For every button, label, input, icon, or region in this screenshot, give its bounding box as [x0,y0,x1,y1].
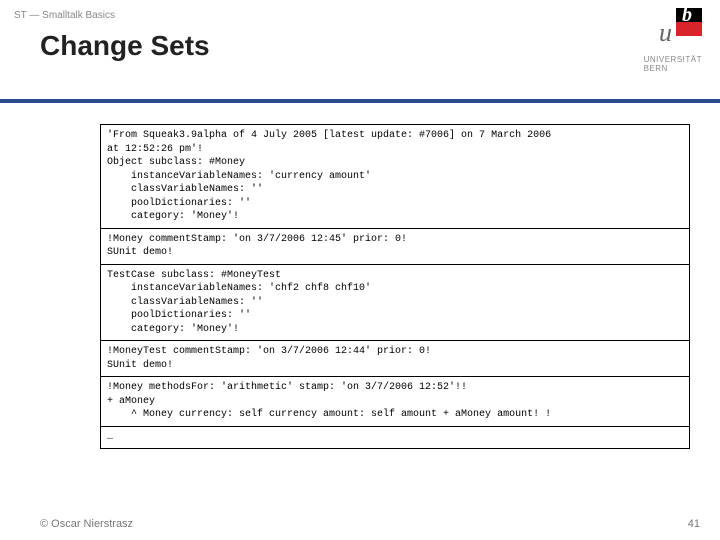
code-section-3: TestCase subclass: #MoneyTest instanceVa… [101,265,689,342]
code-section-1: 'From Squeak3.9alpha of 4 July 2005 [lat… [101,125,689,229]
logo-text-line2: BERN [644,65,702,74]
university-logo: u b UNIVERSITÄT BERN [612,8,702,88]
logo-u: u [659,18,672,48]
code-section-2: !Money commentStamp: 'on 3/7/2006 12:45'… [101,229,689,265]
code-section-6: … [101,427,689,449]
divider-line [0,99,720,103]
code-box: 'From Squeak3.9alpha of 4 July 2005 [lat… [100,124,690,449]
logo-b: b [676,8,702,38]
logo-text: UNIVERSITÄT BERN [644,56,702,74]
page-title: Change Sets [40,30,210,62]
breadcrumb: ST — Smalltalk Basics [14,10,115,21]
footer-author: © Oscar Nierstrasz [40,518,133,530]
code-section-4: !MoneyTest commentStamp: 'on 3/7/2006 12… [101,341,689,377]
logo-b-letter: b [682,4,692,27]
code-section-5: !Money methodsFor: 'arithmetic' stamp: '… [101,377,689,427]
footer-page-number: 41 [688,518,700,530]
